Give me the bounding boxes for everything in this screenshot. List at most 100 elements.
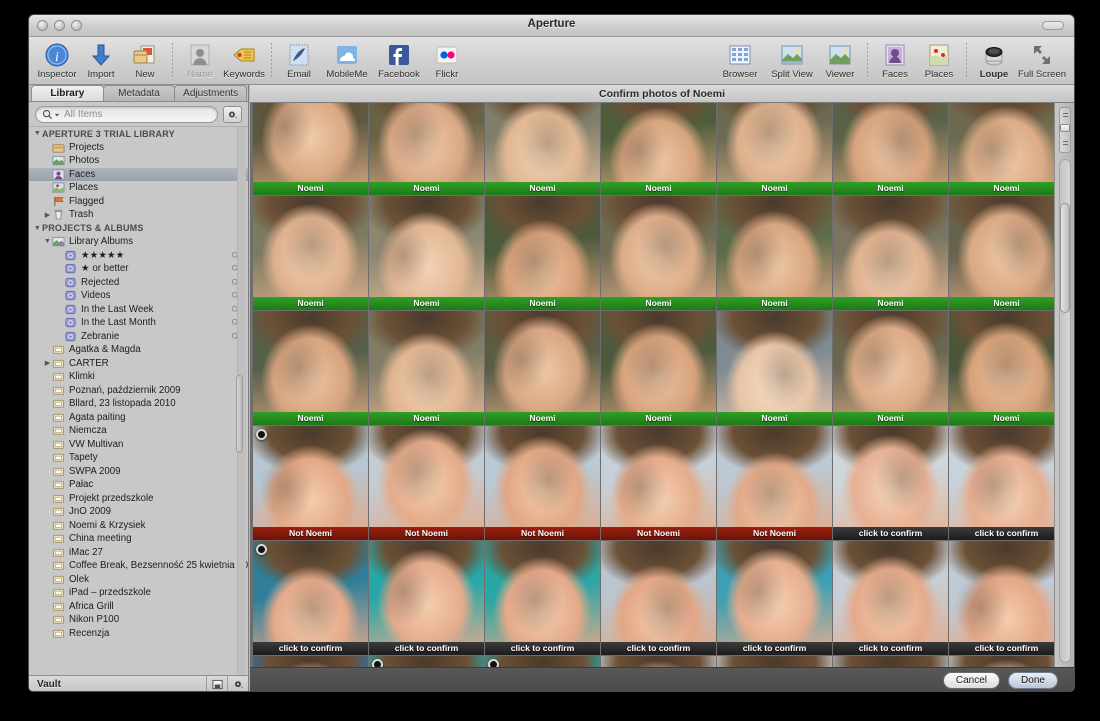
grid-scrollbar-thumb[interactable] xyxy=(1060,203,1070,313)
face-status-badge[interactable]: Noemi xyxy=(717,297,832,310)
tree-item-nikon-p100[interactable]: Nikon P100 xyxy=(29,613,248,627)
face-thumbnail-cell[interactable]: Noemi xyxy=(485,103,600,195)
face-thumbnail-cell[interactable] xyxy=(949,656,1064,667)
face-thumbnail-cell[interactable]: Not Noemi xyxy=(717,426,832,540)
face-thumbnail-cell[interactable]: click to confirm xyxy=(949,426,1064,540)
face-status-badge[interactable]: Noemi xyxy=(949,412,1064,425)
tree-item-photos[interactable]: Photos xyxy=(29,154,248,168)
face-thumbnail-cell[interactable]: click to confirm xyxy=(949,541,1064,655)
face-thumbnail-cell[interactable]: Noemi xyxy=(601,311,716,425)
face-status-badge[interactable]: Noemi xyxy=(833,182,948,195)
face-thumbnail-cell[interactable]: click to confirm xyxy=(833,426,948,540)
tree-item-jno-2009[interactable]: JnO 2009 xyxy=(29,505,248,519)
toolbar-facebook-button[interactable]: Facebook xyxy=(373,39,425,80)
toolbar-toggle-button[interactable] xyxy=(1042,21,1064,30)
tree-item-rejected[interactable]: Rejected xyxy=(29,276,248,290)
tree-item-noemi-krzysiek[interactable]: Noemi & Krzysiek xyxy=(29,519,248,533)
face-status-badge[interactable]: click to confirm xyxy=(253,642,368,655)
toolbar-name-button[interactable]: Name xyxy=(178,39,222,80)
library-action-menu-button[interactable] xyxy=(223,106,242,123)
face-thumbnail-cell[interactable] xyxy=(485,656,600,667)
tree-item-projects[interactable]: Projects xyxy=(29,141,248,155)
tree-item-[interactable]: ★★★★★ xyxy=(29,249,248,263)
face-thumbnail-cell[interactable]: Noemi xyxy=(717,196,832,310)
face-thumbnail-cell[interactable]: click to confirm xyxy=(369,541,484,655)
face-status-badge[interactable]: Noemi xyxy=(369,182,484,195)
face-thumbnail-cell[interactable]: click to confirm xyxy=(601,541,716,655)
tree-item-bllard-23-listopada-2010[interactable]: Bllard, 23 listopada 2010 xyxy=(29,397,248,411)
tree-item-imac-27[interactable]: iMac 27 xyxy=(29,546,248,560)
face-status-badge[interactable]: click to confirm xyxy=(601,642,716,655)
toolbar-faces-button[interactable]: Faces xyxy=(873,39,917,80)
face-status-badge[interactable]: Not Noemi xyxy=(717,527,832,540)
toolbar-browser-button[interactable]: Browser xyxy=(714,39,766,80)
toolbar-split-view-button[interactable]: Split View xyxy=(766,39,818,80)
tree-item-agata-paiting[interactable]: Agata paiting xyxy=(29,411,248,425)
tree-item-places[interactable]: Places xyxy=(29,181,248,195)
face-thumbnail-cell[interactable]: Noemi xyxy=(949,103,1064,195)
face-status-badge[interactable]: Not Noemi xyxy=(601,527,716,540)
face-status-badge[interactable]: click to confirm xyxy=(833,527,948,540)
search-input[interactable]: All Items xyxy=(35,106,218,123)
face-status-badge[interactable]: click to confirm xyxy=(833,642,948,655)
face-thumbnail-cell[interactable]: Noemi xyxy=(253,196,368,310)
tree-item-pa-ac[interactable]: Pałac xyxy=(29,478,248,492)
grid-zoom-knob[interactable] xyxy=(1060,124,1070,132)
face-status-badge[interactable]: Noemi xyxy=(253,297,368,310)
toolbar-full-screen-button[interactable]: Full Screen xyxy=(1016,39,1068,80)
disclosure-triangle-icon[interactable]: ▼ xyxy=(33,130,42,137)
toolbar-viewer-button[interactable]: Viewer xyxy=(818,39,862,80)
toolbar-keywords-button[interactable]: Keywords xyxy=(222,39,266,80)
face-thumbnail-cell[interactable]: Noemi xyxy=(369,311,484,425)
library-tree[interactable]: ▼ APERTURE 3 TRIAL LIBRARY Projects Photos F… xyxy=(29,126,248,675)
grid-vertical-zoom-slider[interactable] xyxy=(1059,107,1071,153)
face-thumbnail-cell[interactable]: click to confirm xyxy=(485,541,600,655)
face-thumbnail-cell[interactable] xyxy=(369,656,484,667)
face-status-badge[interactable]: Noemi xyxy=(717,182,832,195)
face-thumbnail-cell[interactable]: Noemi xyxy=(833,196,948,310)
toolbar-places-button[interactable]: Places xyxy=(917,39,961,80)
face-selection-indicator[interactable] xyxy=(488,659,499,667)
toolbar-inspector-button[interactable]: i Inspector xyxy=(35,39,79,80)
face-thumbnail-cell[interactable]: Noemi xyxy=(601,103,716,195)
face-status-badge[interactable]: Noemi xyxy=(485,182,600,195)
face-thumbnail-cell[interactable]: Not Noemi xyxy=(485,426,600,540)
face-status-badge[interactable]: Noemi xyxy=(369,412,484,425)
face-thumbnail-cell[interactable]: Not Noemi xyxy=(601,426,716,540)
vault-status-button[interactable] xyxy=(206,675,227,691)
done-button[interactable]: Done xyxy=(1008,672,1058,689)
face-status-badge[interactable]: Noemi xyxy=(949,297,1064,310)
face-status-badge[interactable]: click to confirm xyxy=(485,642,600,655)
inspector-scrollbar-thumb[interactable] xyxy=(236,375,243,453)
tree-item-zebranie[interactable]: Zebranie xyxy=(29,330,248,344)
face-thumbnail-cell[interactable] xyxy=(253,656,368,667)
inspector-scrollbar-track[interactable] xyxy=(236,127,246,675)
cancel-button[interactable]: Cancel xyxy=(942,672,1000,689)
tree-item-in-the-last-week[interactable]: In the Last Week xyxy=(29,303,248,317)
disclosure-triangle-icon[interactable]: ▶ xyxy=(43,359,52,367)
face-thumbnail-cell[interactable]: Noemi xyxy=(717,311,832,425)
face-thumbnail-cell[interactable]: Noemi xyxy=(369,103,484,195)
tab-adjustments[interactable]: Adjustments xyxy=(174,85,248,101)
face-status-badge[interactable]: Not Noemi xyxy=(253,527,368,540)
tree-item-coffee-break-bezsenno-25-kwietnia-2010[interactable]: Coffee Break, Bezsenność 25 kwietnia 201… xyxy=(29,559,248,573)
tree-item-recenzja[interactable]: Recenzja xyxy=(29,627,248,641)
tree-item-faces[interactable]: Faces xyxy=(29,167,248,181)
tree-section-projects-albums[interactable]: ▼ PROJECTS & ALBUMS xyxy=(29,222,248,236)
face-status-badge[interactable]: Not Noemi xyxy=(485,527,600,540)
face-status-badge[interactable]: Noemi xyxy=(485,297,600,310)
face-thumbnail-cell[interactable]: Noemi xyxy=(485,196,600,310)
tab-library[interactable]: Library xyxy=(31,85,104,101)
tree-item-olek[interactable]: Olek xyxy=(29,573,248,587)
face-thumbnail-cell[interactable]: Noemi xyxy=(717,103,832,195)
face-thumbnail-cell[interactable]: Not Noemi xyxy=(369,426,484,540)
tree-item-in-the-last-month[interactable]: In the Last Month xyxy=(29,316,248,330)
tree-item-ipad-przedszkole[interactable]: iPad – przedszkole xyxy=(29,586,248,600)
tree-item-agatka-magda[interactable]: Agatka & Magda xyxy=(29,343,248,357)
toolbar-loupe-button[interactable]: Loupe xyxy=(972,39,1016,80)
vault-action-menu-button[interactable] xyxy=(227,675,248,691)
face-status-badge[interactable]: Noemi xyxy=(601,412,716,425)
inspector-tabs[interactable]: Library Metadata Adjustments xyxy=(29,85,248,102)
disclosure-triangle-icon[interactable]: ▼ xyxy=(43,238,52,245)
toolbar-flickr-button[interactable]: Flickr xyxy=(425,39,469,80)
